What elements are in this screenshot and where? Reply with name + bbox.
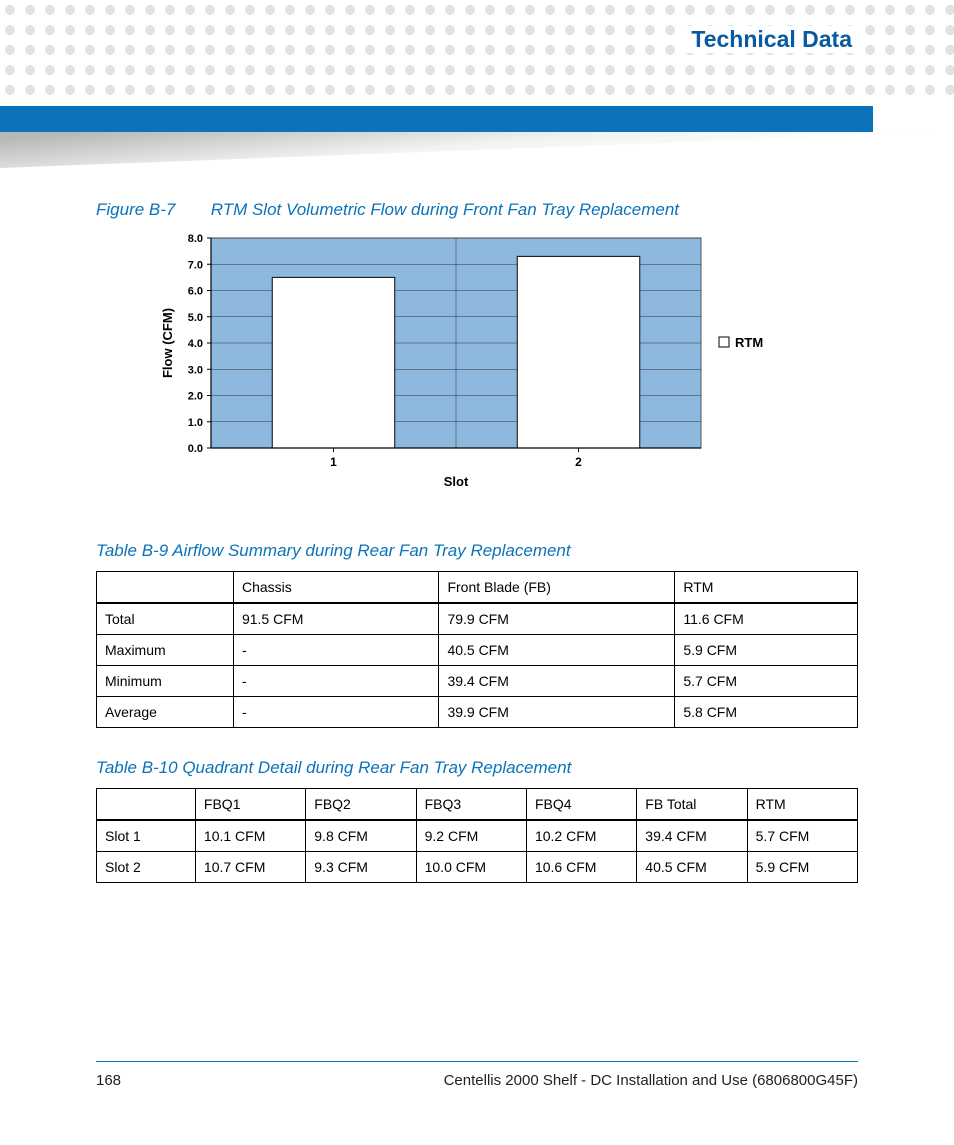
table-cell: 9.3 CFM — [306, 852, 416, 883]
page-title: Technical Data — [685, 26, 858, 53]
table-row: Slot 210.7 CFM9.3 CFM10.0 CFM10.6 CFM40.… — [97, 852, 858, 883]
figure-label: Figure B-7 — [96, 200, 206, 220]
figure-title: RTM Slot Volumetric Flow during Front Fa… — [211, 200, 679, 219]
table-cell: 79.9 CFM — [439, 603, 675, 635]
y-tick-label: 6.0 — [188, 286, 203, 298]
table-b9-caption: Table B-9 Airflow Summary during Rear Fa… — [96, 541, 858, 561]
table-header: FBQ2 — [306, 789, 416, 821]
table-cell: 10.0 CFM — [416, 852, 526, 883]
doc-title: Centellis 2000 Shelf - DC Installation a… — [444, 1072, 858, 1089]
table-cell: 5.8 CFM — [675, 697, 858, 728]
y-tick-label: 5.0 — [188, 312, 203, 324]
table-row: Minimum-39.4 CFM5.7 CFM — [97, 666, 858, 697]
y-tick-label: 8.0 — [188, 233, 203, 245]
table-cell: 91.5 CFM — [233, 603, 438, 635]
x-tick-label: 2 — [575, 455, 582, 469]
table-header: Chassis — [233, 572, 438, 604]
table-row: Maximum-40.5 CFM5.9 CFM — [97, 635, 858, 666]
table-row: Slot 110.1 CFM9.8 CFM9.2 CFM10.2 CFM39.4… — [97, 820, 858, 852]
table-cell: 9.8 CFM — [306, 820, 416, 852]
table-cell: Total — [97, 603, 234, 635]
y-tick-label: 3.0 — [188, 364, 203, 376]
bar-chart-svg: 0.0 1.0 2.0 3.0 4.0 5.0 6.0 7.0 8.0 1 2 Slot Flow (C… — [156, 230, 796, 500]
table-cell: 10.1 CFM — [195, 820, 305, 852]
legend-label: RTM — [735, 335, 763, 350]
x-tick-label: 1 — [330, 455, 337, 469]
table-cell: 10.6 CFM — [526, 852, 636, 883]
table-row: Average-39.9 CFM5.8 CFM — [97, 697, 858, 728]
table-b10-caption: Table B-10 Quadrant Detail during Rear F… — [96, 758, 858, 778]
header-triangle-shadow — [0, 132, 954, 168]
table-cell: 39.4 CFM — [637, 820, 747, 852]
table-header — [97, 572, 234, 604]
table-cell: Maximum — [97, 635, 234, 666]
page-footer: 168 Centellis 2000 Shelf - DC Installati… — [96, 1061, 858, 1089]
table-header: FBQ3 — [416, 789, 526, 821]
table-cell: - — [233, 697, 438, 728]
y-tick-label: 2.0 — [188, 391, 203, 403]
table-header: FBQ4 — [526, 789, 636, 821]
table-b10: FBQ1FBQ2FBQ3FBQ4FB TotalRTM Slot 110.1 C… — [96, 788, 858, 883]
table-header: Front Blade (FB) — [439, 572, 675, 604]
header-blue-bar — [0, 106, 873, 132]
y-axis-label: Flow (CFM) — [160, 308, 175, 378]
table-b9: ChassisFront Blade (FB)RTM Total91.5 CFM… — [96, 571, 858, 728]
table-cell: 5.9 CFM — [747, 852, 857, 883]
table-cell: 5.9 CFM — [675, 635, 858, 666]
y-tick-label: 1.0 — [188, 417, 203, 429]
table-cell: Slot 1 — [97, 820, 196, 852]
bar — [517, 256, 640, 448]
table-cell: 40.5 CFM — [637, 852, 747, 883]
page-content: Figure B-7 RTM Slot Volumetric Flow duri… — [96, 200, 858, 913]
table-cell: 11.6 CFM — [675, 603, 858, 635]
table-header: FB Total — [637, 789, 747, 821]
table-cell: Minimum — [97, 666, 234, 697]
table-cell: - — [233, 635, 438, 666]
x-axis-label: Slot — [444, 474, 469, 489]
table-cell: 10.2 CFM — [526, 820, 636, 852]
bar — [272, 277, 395, 448]
y-tick-label: 7.0 — [188, 259, 203, 271]
table-cell: Average — [97, 697, 234, 728]
table-cell: 39.4 CFM — [439, 666, 675, 697]
table-cell: 39.9 CFM — [439, 697, 675, 728]
page-number: 168 — [96, 1072, 121, 1089]
legend-swatch — [719, 337, 729, 347]
table-cell: 5.7 CFM — [747, 820, 857, 852]
table-cell: 5.7 CFM — [675, 666, 858, 697]
table-cell: Slot 2 — [97, 852, 196, 883]
y-tick-label: 0.0 — [188, 443, 203, 455]
figure-caption: Figure B-7 RTM Slot Volumetric Flow duri… — [96, 200, 858, 220]
table-row: Total91.5 CFM79.9 CFM11.6 CFM — [97, 603, 858, 635]
table-header: FBQ1 — [195, 789, 305, 821]
table-header — [97, 789, 196, 821]
table-cell: 9.2 CFM — [416, 820, 526, 852]
table-cell: 40.5 CFM — [439, 635, 675, 666]
table-header: RTM — [747, 789, 857, 821]
y-tick-label: 4.0 — [188, 338, 203, 350]
table-cell: 10.7 CFM — [195, 852, 305, 883]
table-header: RTM — [675, 572, 858, 604]
table-cell: - — [233, 666, 438, 697]
chart-b7: 0.0 1.0 2.0 3.0 4.0 5.0 6.0 7.0 8.0 1 2 Slot Flow (C… — [156, 230, 796, 505]
